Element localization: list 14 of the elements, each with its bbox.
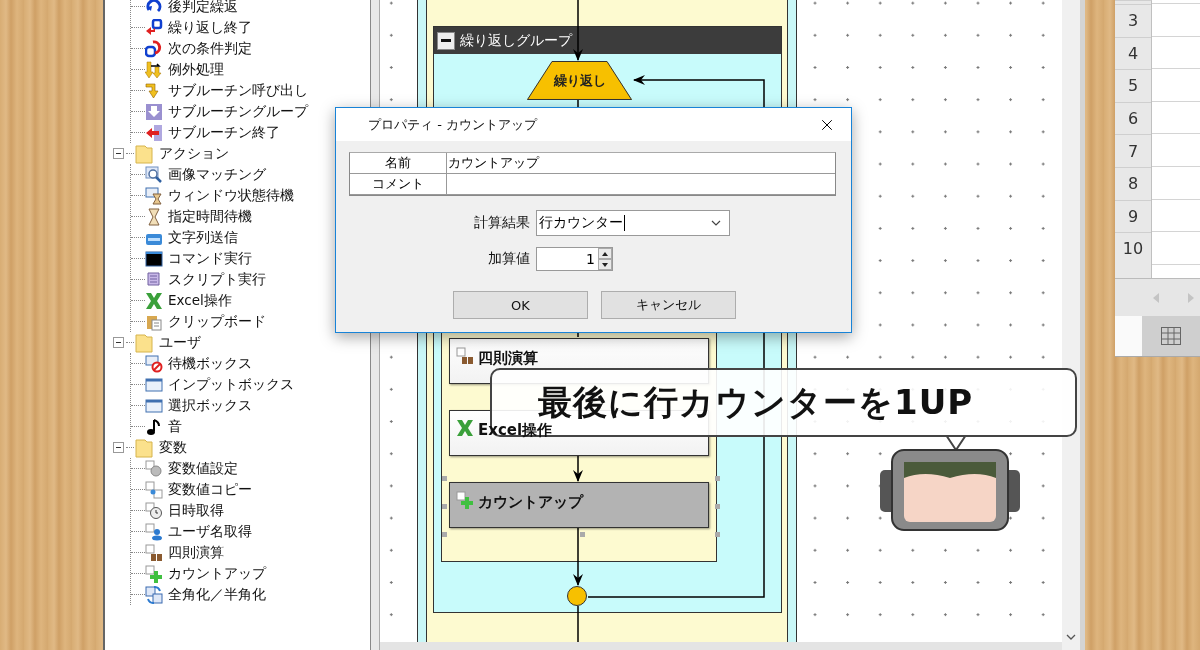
row-number: 3 (1115, 4, 1151, 37)
row-number: 8 (1115, 166, 1151, 200)
property-name: コメント (350, 174, 447, 195)
field-label: 加算値 (487, 250, 530, 268)
row-number: 10 (1115, 232, 1151, 265)
row-number: 4 (1115, 36, 1151, 70)
property-name: 名前 (350, 153, 447, 174)
dialog-title: プロパティ - カウントアップ (368, 115, 537, 134)
row-number: 7 (1115, 134, 1151, 167)
group-title: 繰り返しグループ (460, 31, 572, 50)
row-number: 9 (1115, 199, 1151, 233)
row-number: 5 (1115, 69, 1151, 102)
field-label: 計算結果 (473, 214, 530, 232)
row-number: 6 (1115, 101, 1151, 135)
